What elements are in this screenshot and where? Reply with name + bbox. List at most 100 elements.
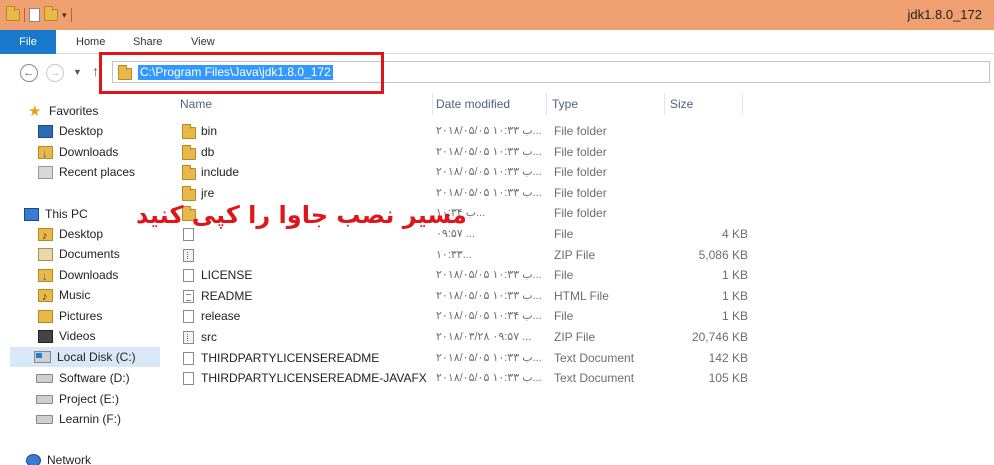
table-row[interactable]: bin ۲۰۱۸/۰۵/۰۵ ب ۱۰:۳۳... File folder xyxy=(176,121,756,141)
forward-button[interactable]: → xyxy=(46,64,64,82)
up-arrow-icon[interactable]: ↑ xyxy=(92,63,99,79)
sidebar-item-music[interactable]: Music xyxy=(38,285,90,307)
address-highlight-box xyxy=(99,52,384,94)
file-list: Name Date modified Type Size bin ۲۰۱۸/۰۵/… xyxy=(160,93,994,465)
table-row[interactable]: THIRDPARTYLICENSEREADME-JAVAFX ۲۰۱۸/۰۵/۰۵… xyxy=(176,368,756,388)
sidebar-item-this-pc[interactable]: This PC xyxy=(24,204,88,224)
tab-file[interactable]: File xyxy=(0,30,56,54)
file-name: THIRDPARTYLICENSEREADME xyxy=(201,350,380,365)
sidebar-item-software-d[interactable]: Software (D:) xyxy=(36,368,130,388)
file-date-modified: ۲۰۱۸/۰۵/۰۵ ب ۱۰:۳۳... xyxy=(436,269,542,282)
file-size xyxy=(664,142,748,162)
back-button[interactable]: ← xyxy=(20,64,38,82)
sidebar-item-label: Learnin (F:) xyxy=(59,412,122,426)
desktop-icon xyxy=(38,124,53,138)
column-header-date[interactable]: Date modified xyxy=(432,93,548,115)
tab-home[interactable]: Home xyxy=(76,30,105,54)
file-size: 105 KB xyxy=(708,371,748,386)
sidebar-item-label: Favorites xyxy=(49,104,99,118)
sidebar-item-label: Recent places xyxy=(59,165,136,179)
sidebar-item-favorites[interactable]: ★ Favorites xyxy=(28,101,98,121)
windows-drive-icon xyxy=(34,351,51,363)
file-icon xyxy=(183,310,194,324)
sidebar-item-videos[interactable]: Videos xyxy=(38,326,95,346)
file-type: File folder xyxy=(554,165,607,180)
sidebar-item-local-disk-c[interactable]: Local Disk (C:) xyxy=(10,347,160,367)
table-row[interactable]: src ۲۰۱۸/۰۳/۲۸ ۰۹:۵۷ ... ZIP File 20,746 KB xyxy=(176,327,756,347)
sidebar-item-network[interactable]: Network xyxy=(26,450,91,465)
sidebar-item-pictures[interactable]: Pictures xyxy=(38,306,102,326)
new-folder-icon[interactable] xyxy=(44,6,58,21)
file-type: File folder xyxy=(554,144,607,159)
column-header-size[interactable]: Size xyxy=(666,93,742,115)
file-type: ZIP File xyxy=(554,330,596,344)
sidebar-item-documents[interactable]: Documents xyxy=(38,244,120,264)
file-name: src xyxy=(201,330,217,344)
file-type: Text Document xyxy=(554,371,635,386)
divider xyxy=(24,8,25,22)
file-size xyxy=(664,121,748,141)
properties-icon[interactable] xyxy=(29,8,40,22)
downloads-icon xyxy=(38,144,53,164)
file-name: THIRDPARTYLICENSEREADME-JAVAFX xyxy=(201,371,427,386)
table-row[interactable]: db ۲۰۱۸/۰۵/۰۵ ب ۱۰:۳۳... File folder xyxy=(176,142,756,162)
file-date-modified: ۲۰۱۸/۰۵/۰۵ ب ۱۰:۳۴... xyxy=(436,310,542,323)
file-type: File xyxy=(554,309,574,324)
file-size: 1 KB xyxy=(721,309,748,324)
sidebar-item-learnin-f[interactable]: Learnin (F:) xyxy=(36,409,121,429)
file-icon xyxy=(183,269,194,283)
network-icon xyxy=(26,453,41,465)
drive-icon xyxy=(36,394,53,404)
table-row[interactable]: ۱۰:۳۳... ZIP File 5,086 KB xyxy=(176,245,756,265)
sidebar-item-label: Project (E:) xyxy=(59,392,120,406)
column-header-type[interactable]: Type xyxy=(548,93,664,115)
sidebar-item-desktop[interactable]: Desktop xyxy=(38,121,103,141)
sidebar-item-recent-places[interactable]: Recent places xyxy=(38,162,135,182)
table-row[interactable]: include ۲۰۱۸/۰۵/۰۵ ب ۱۰:۳۳... File folder xyxy=(176,162,756,182)
file-name: include xyxy=(201,165,240,180)
recent-locations-chevron-down-icon[interactable]: ▼ xyxy=(73,67,82,77)
file-type: HTML File xyxy=(554,288,609,303)
file-date-modified: ۲۰۱۸/۰۵/۰۵ ب ۱۰:۳۳... xyxy=(436,125,542,137)
folder-icon xyxy=(182,144,196,160)
zip-icon xyxy=(183,331,194,344)
file-type: File xyxy=(554,268,574,283)
customize-toolbar-icon[interactable]: ▾ xyxy=(62,10,67,21)
file-name: jre xyxy=(201,185,215,200)
file-type: File folder xyxy=(554,124,607,138)
sidebar-item-label: This PC xyxy=(45,207,88,221)
file-date-modified: ۲۰۱۸/۰۵/۰۵ ب ۱۰:۳۳... xyxy=(436,186,542,199)
table-row[interactable]: jre ۲۰۱۸/۰۵/۰۵ ب ۱۰:۳۳... File folder xyxy=(176,183,756,203)
sidebar-item-desktop[interactable]: Desktop xyxy=(38,224,104,246)
star-icon: ★ xyxy=(28,102,42,120)
table-row[interactable]: release ۲۰۱۸/۰۵/۰۵ ب ۱۰:۳۴... File 1 KB xyxy=(176,306,756,326)
file-size: 20,746 KB xyxy=(691,330,748,344)
tab-view[interactable]: View xyxy=(191,30,215,54)
sidebar-item-downloads[interactable]: Downloads xyxy=(38,265,119,287)
sidebar-item-label: Downloads xyxy=(59,268,119,282)
table-row[interactable]: LICENSE ۲۰۱۸/۰۵/۰۵ ب ۱۰:۳۳... File 1 KB xyxy=(176,265,756,285)
videos-icon xyxy=(38,329,53,343)
sidebar-item-project-e[interactable]: Project (E:) xyxy=(36,389,119,409)
sidebar-item-label: Downloads xyxy=(59,145,119,159)
html-file-icon xyxy=(183,289,194,303)
sidebar-item-label: Software (D:) xyxy=(59,371,130,385)
tab-share[interactable]: Share xyxy=(133,30,162,54)
column-divider[interactable] xyxy=(546,93,547,115)
file-type: Text Document xyxy=(554,350,635,365)
column-divider[interactable] xyxy=(742,93,743,115)
window-title: jdk1.8.0_172 xyxy=(907,7,982,22)
sidebar-item-downloads[interactable]: Downloads xyxy=(38,142,119,164)
table-row[interactable]: THIRDPARTYLICENSEREADME ۲۰۱۸/۰۵/۰۵ ب ۱۰:۳… xyxy=(176,348,756,368)
file-type: ZIP File xyxy=(554,247,596,262)
file-type: File folder xyxy=(554,206,607,221)
sidebar-item-label: Desktop xyxy=(59,227,104,241)
instruction-annotation: مسیر نصب جاوا را کپی کنید xyxy=(136,201,467,229)
sidebar-item-label: Local Disk (C:) xyxy=(57,350,136,364)
sidebar-item-label: Documents xyxy=(59,247,120,261)
column-header-name[interactable]: Name xyxy=(176,93,436,115)
column-divider[interactable] xyxy=(664,93,665,115)
computer-icon xyxy=(24,207,39,221)
table-row[interactable]: README ۲۰۱۸/۰۵/۰۵ ب ۱۰:۳۳... HTML File 1 KB xyxy=(176,286,756,306)
file-date-modified: ۲۰۱۸/۰۵/۰۵ ب ۱۰:۳۳... xyxy=(436,166,542,179)
